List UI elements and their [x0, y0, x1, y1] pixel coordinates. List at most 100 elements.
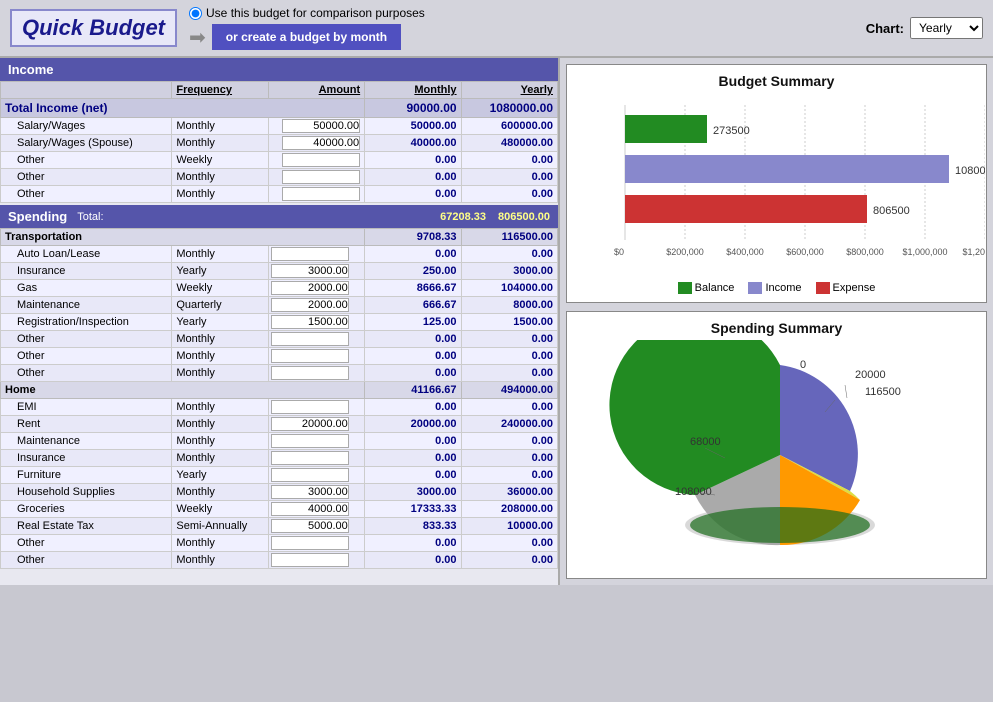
income-section-header: Income [0, 58, 558, 81]
table-row: Auto Loan/Lease Monthly 0.00 0.00 [1, 246, 558, 263]
row-freq: Weekly [172, 152, 268, 169]
spending-pie-chart: 116500 20000 0 68000 108000 494000 [575, 340, 985, 570]
table-row: Other Monthly 0.00 0.00 [1, 535, 558, 552]
row-freq: Monthly [172, 186, 268, 203]
legend-income: Income [748, 282, 801, 294]
budget-summary-title: Budget Summary [575, 73, 978, 89]
table-row: Salary/Wages Monthly 50000.00 600000.00 [1, 118, 558, 135]
table-row: Maintenance Quarterly 666.67 8000.00 [1, 297, 558, 314]
svg-text:$400,000: $400,000 [726, 247, 764, 257]
svg-text:116500: 116500 [865, 386, 901, 398]
row-name: Other [1, 186, 172, 203]
row-name: Other [1, 169, 172, 186]
table-row: Rent Monthly 20000.00 240000.00 [1, 416, 558, 433]
bar-chart-legend: Balance Income Expense [575, 282, 978, 294]
transportation-table: Transportation 9708.33 116500.00 Auto Lo… [0, 228, 558, 569]
category-name: Transportation [1, 229, 365, 246]
svg-text:273500: 273500 [713, 125, 750, 137]
svg-text:$1,200,000: $1,200,000 [962, 247, 985, 257]
table-row: Insurance Monthly 0.00 0.00 [1, 450, 558, 467]
row-yearly: 480000.00 [461, 135, 557, 152]
svg-text:$0: $0 [614, 247, 624, 257]
spending-summary-box: Spending Summary [566, 311, 987, 579]
spending-section-header: Spending Total: 67208.33 806500.00 [0, 205, 558, 228]
row-name: Salary/Wages [1, 118, 172, 135]
row-freq: Monthly [172, 169, 268, 186]
table-row: Other Monthly 0.00 0.00 [1, 186, 558, 203]
row-amount[interactable] [268, 186, 364, 203]
category-name: Home [1, 382, 365, 399]
chart-label: Chart: [866, 21, 904, 36]
svg-text:20000: 20000 [855, 369, 886, 381]
spending-total-yearly: 806500.00 [498, 211, 550, 223]
row-name: Salary/Wages (Spouse) [1, 135, 172, 152]
col-freq-header: Frequency [172, 82, 268, 99]
svg-text:108000: 108000 [675, 486, 712, 498]
category-yearly: 116500.00 [461, 229, 557, 246]
table-row: Other Monthly 0.00 0.00 [1, 348, 558, 365]
income-table: Frequency Amount Monthly Yearly Total In… [0, 81, 558, 203]
logo: Quick Budget [10, 9, 177, 47]
income-total-yearly: 1080000.00 [461, 99, 557, 118]
col-monthly-header: Monthly [365, 82, 461, 99]
svg-text:494000: 494000 [810, 551, 847, 563]
svg-text:$600,000: $600,000 [786, 247, 824, 257]
table-row: Registration/Inspection Yearly 125.00 15… [1, 314, 558, 331]
income-total-row: Total Income (net) 90000.00 1080000.00 [1, 99, 558, 118]
table-row: Groceries Weekly 17333.33 208000.00 [1, 501, 558, 518]
table-row: Maintenance Monthly 0.00 0.00 [1, 433, 558, 450]
svg-text:$200,000: $200,000 [666, 247, 704, 257]
table-row: Salary/Wages (Spouse) Monthly 40000.00 4… [1, 135, 558, 152]
row-yearly: 0.00 [461, 169, 557, 186]
row-yearly: 0.00 [461, 152, 557, 169]
col-amount-header: Amount [268, 82, 364, 99]
row-monthly: 0.00 [365, 169, 461, 186]
table-row: Real Estate Tax Semi-Annually 833.33 100… [1, 518, 558, 535]
row-freq: Monthly [172, 135, 268, 152]
category-header-row: Home 41166.67 494000.00 [1, 382, 558, 399]
svg-text:68000: 68000 [690, 436, 721, 448]
row-monthly: 50000.00 [365, 118, 461, 135]
row-amount[interactable] [268, 135, 364, 152]
col-yearly-header: Yearly [461, 82, 557, 99]
top-bar: Quick Budget Use this budget for compari… [0, 0, 993, 58]
budget-summary-box: Budget Summary 273500 1080000 [566, 64, 987, 303]
income-title: Income [8, 62, 54, 77]
category-monthly: 41166.67 [365, 382, 461, 399]
table-row: EMI Monthly 0.00 0.00 [1, 399, 558, 416]
col-name-header [1, 82, 172, 99]
create-budget-button[interactable]: or create a budget by month [212, 24, 401, 50]
svg-text:$1,000,000: $1,000,000 [902, 247, 947, 257]
table-row: Other Monthly 0.00 0.00 [1, 552, 558, 569]
row-monthly: 0.00 [365, 152, 461, 169]
row-amount[interactable] [268, 169, 364, 186]
row-freq: Monthly [172, 118, 268, 135]
table-row: Other Weekly 0.00 0.00 [1, 152, 558, 169]
table-row: Gas Weekly 8666.67 104000.00 [1, 280, 558, 297]
main-content: Income Frequency Amount Monthly Yearly T… [0, 58, 993, 585]
spending-title: Spending [8, 209, 67, 224]
table-row: Other Monthly 0.00 0.00 [1, 365, 558, 382]
row-amount[interactable] [268, 152, 364, 169]
budget-bar-chart: 273500 1080000 806500 $0 $200,000 $400,0… [575, 95, 985, 280]
row-yearly: 0.00 [461, 186, 557, 203]
table-row: Household Supplies Monthly 3000.00 36000… [1, 484, 558, 501]
spending-total-monthly: 67208.33 [440, 211, 486, 223]
arrow-icon: ➡ [189, 25, 206, 50]
svg-text:806500: 806500 [873, 205, 910, 217]
table-row: Other Monthly 0.00 0.00 [1, 169, 558, 186]
legend-expense: Expense [816, 282, 876, 294]
row-yearly: 600000.00 [461, 118, 557, 135]
category-monthly: 9708.33 [365, 229, 461, 246]
legend-balance: Balance [678, 282, 735, 294]
row-monthly: 0.00 [365, 186, 461, 203]
table-row: Insurance Yearly 250.00 3000.00 [1, 263, 558, 280]
income-total-label: Total Income (net) [1, 99, 365, 118]
comparison-radio[interactable] [189, 7, 202, 20]
left-panel: Income Frequency Amount Monthly Yearly T… [0, 58, 560, 585]
row-monthly: 40000.00 [365, 135, 461, 152]
chart-select[interactable]: Yearly Monthly [910, 17, 983, 39]
svg-text:$800,000: $800,000 [846, 247, 884, 257]
income-total-monthly: 90000.00 [365, 99, 461, 118]
row-amount[interactable] [268, 118, 364, 135]
